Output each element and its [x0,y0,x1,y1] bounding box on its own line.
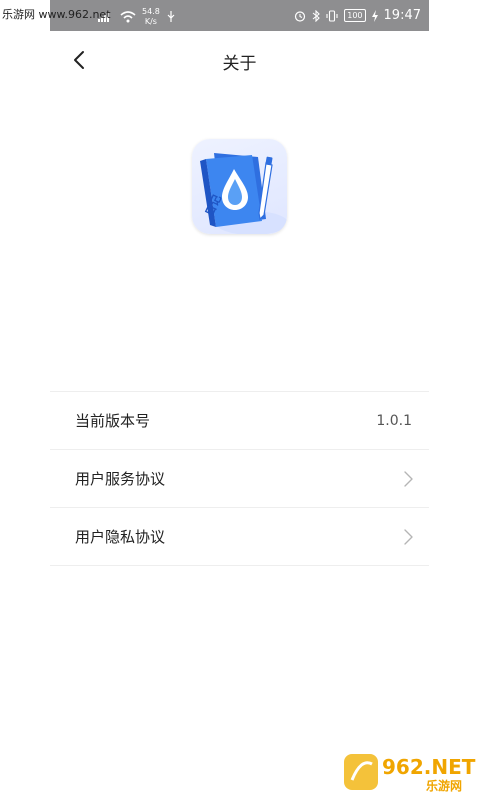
alarm-icon [295,10,306,22]
user-service-agreement-row[interactable]: 用户服务协议 [50,450,429,508]
page-title: 关于 [222,54,257,74]
wifi-icon [120,11,136,23]
chevron-right-icon [404,529,413,545]
user-service-agreement-label: 用户服务协议 [75,470,166,488]
app-logo: 日记 [192,139,287,234]
battery-indicator: 100 [344,9,366,22]
version-value: 1.0.1 [376,412,412,429]
navbar: 关于 [50,31,429,89]
water-drop-notebook-icon: 日记 [200,153,287,234]
watermark-brand: 962.NET [382,755,476,779]
about-settings-list: 当前版本号 1.0.1 用户服务协议 用户隐私协议 [50,391,429,566]
about-page: 关于 日记 当前版本号 1.0.1 用户服务协议 用户隐私协议 [50,31,429,800]
privacy-policy-label: 用户隐私协议 [75,528,166,546]
net-speed-value: 54.8 [142,7,160,16]
net-speed: 54.8 K/s [142,7,160,27]
privacy-policy-row[interactable]: 用户隐私协议 [50,508,429,566]
status-right: 100 19:47 [294,8,421,23]
site-watermark-logo: 962.NET 乐游网 [344,754,476,793]
clock: 19:47 [383,8,421,23]
net-speed-unit: K/s [144,17,157,26]
version-label: 当前版本号 [75,412,151,430]
usb-icon [167,11,175,22]
version-row: 当前版本号 1.0.1 [50,392,429,450]
watermark-sub: 乐游网 [426,778,462,793]
bluetooth-icon [312,9,321,22]
vibrate-icon [326,9,338,22]
charging-icon [371,9,378,22]
watermark-text: 乐游网 www.962.net [2,8,111,21]
chevron-right-icon [404,471,413,487]
